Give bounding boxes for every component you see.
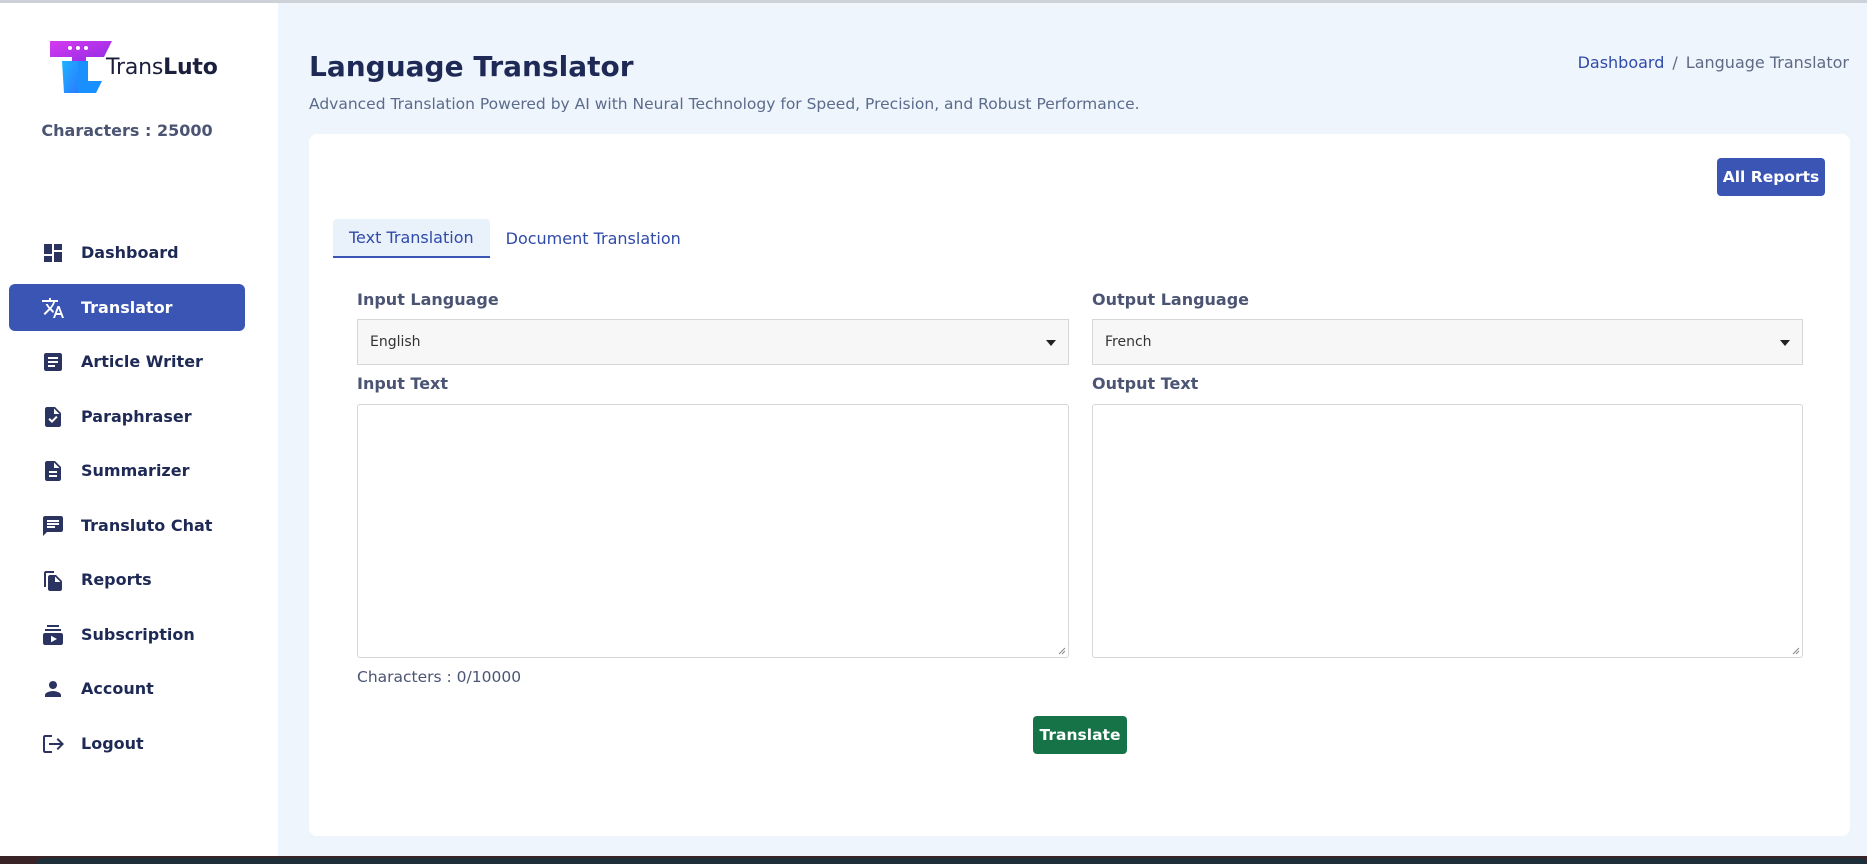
logout-icon (41, 732, 65, 756)
sidebar-item-label: Transluto Chat (81, 515, 213, 535)
sidebar-item-summarizer[interactable]: Summarizer (9, 447, 245, 494)
translate-icon (41, 296, 65, 320)
sidebar-item-label: Subscription (81, 624, 195, 644)
taskbar-edge (36, 858, 1867, 864)
sidebar-item-label: Paraphraser (81, 406, 192, 426)
translate-button[interactable]: Translate (1033, 716, 1127, 754)
translation-tabs: Text Translation Document Translation (333, 219, 697, 258)
input-text-label: Input Text (357, 374, 449, 393)
sidebar-item-logout[interactable]: Logout (9, 720, 245, 767)
dashboard-icon (41, 241, 65, 265)
tab-document-translation[interactable]: Document Translation (490, 219, 697, 258)
sidebar-nav: Dashboard Translator Article Writer Para… (9, 229, 245, 774)
sidebar: TransLuto Characters : 25000 Dashboard T… (0, 3, 278, 856)
sidebar-item-article-writer[interactable]: Article Writer (9, 338, 245, 385)
sidebar-item-label: Translator (81, 297, 173, 317)
chat-icon (41, 514, 65, 538)
input-language-label: Input Language (357, 290, 499, 309)
input-language-select[interactable]: English (357, 319, 1069, 365)
resize-grip-icon[interactable] (1792, 647, 1800, 655)
subscription-icon (41, 623, 65, 647)
character-counter: Characters : 0/10000 (357, 668, 522, 686)
article-icon (41, 350, 65, 374)
output-text-area[interactable] (1092, 404, 1803, 658)
window-top-border (0, 0, 1867, 3)
person-icon (41, 677, 65, 701)
resize-grip-icon[interactable] (1058, 647, 1066, 655)
characters-balance: Characters : 25000 (41, 121, 213, 140)
sidebar-item-label: Account (81, 679, 154, 698)
sidebar-item-account[interactable]: Account (9, 665, 245, 712)
sidebar-item-label: Dashboard (81, 243, 179, 262)
sidebar-item-label: Reports (81, 570, 152, 589)
document-lines-icon (41, 459, 65, 483)
sidebar-item-label: Logout (81, 733, 144, 753)
reports-icon (41, 568, 65, 592)
sidebar-item-transluto-chat[interactable]: Transluto Chat (9, 502, 245, 549)
sidebar-item-label: Summarizer (81, 461, 190, 480)
breadcrumb-dashboard-link[interactable]: Dashboard (1578, 53, 1665, 72)
brand-name: TransLuto (106, 55, 218, 80)
translator-card: All Reports Text Translation Document Tr… (309, 134, 1850, 836)
sidebar-item-paraphraser[interactable]: Paraphraser (9, 393, 245, 440)
output-language-label: Output Language (1092, 290, 1250, 309)
all-reports-button[interactable]: All Reports (1717, 158, 1825, 196)
chevron-down-icon (1046, 340, 1056, 346)
sidebar-item-subscription[interactable]: Subscription (9, 611, 245, 658)
output-language-select[interactable]: French (1092, 319, 1803, 365)
sidebar-item-translator[interactable]: Translator (9, 283, 245, 331)
input-language-value: English (370, 334, 421, 350)
page-title: Language Translator (309, 50, 634, 83)
output-language-value: French (1105, 334, 1152, 350)
breadcrumb-current: Language Translator (1685, 53, 1849, 72)
document-check-icon (41, 405, 65, 429)
chevron-down-icon (1780, 340, 1790, 346)
sidebar-item-label: Article Writer (81, 352, 203, 371)
sidebar-item-dashboard[interactable]: Dashboard (9, 229, 245, 276)
input-text-area[interactable] (357, 404, 1069, 658)
sidebar-item-reports[interactable]: Reports (9, 556, 245, 603)
breadcrumb: Dashboard / Language Translator (1578, 53, 1849, 72)
breadcrumb-separator: / (1672, 53, 1678, 72)
tab-text-translation[interactable]: Text Translation (333, 219, 490, 258)
page-subtitle: Advanced Translation Powered by AI with … (309, 95, 1140, 113)
output-text-label: Output Text (1092, 374, 1199, 393)
